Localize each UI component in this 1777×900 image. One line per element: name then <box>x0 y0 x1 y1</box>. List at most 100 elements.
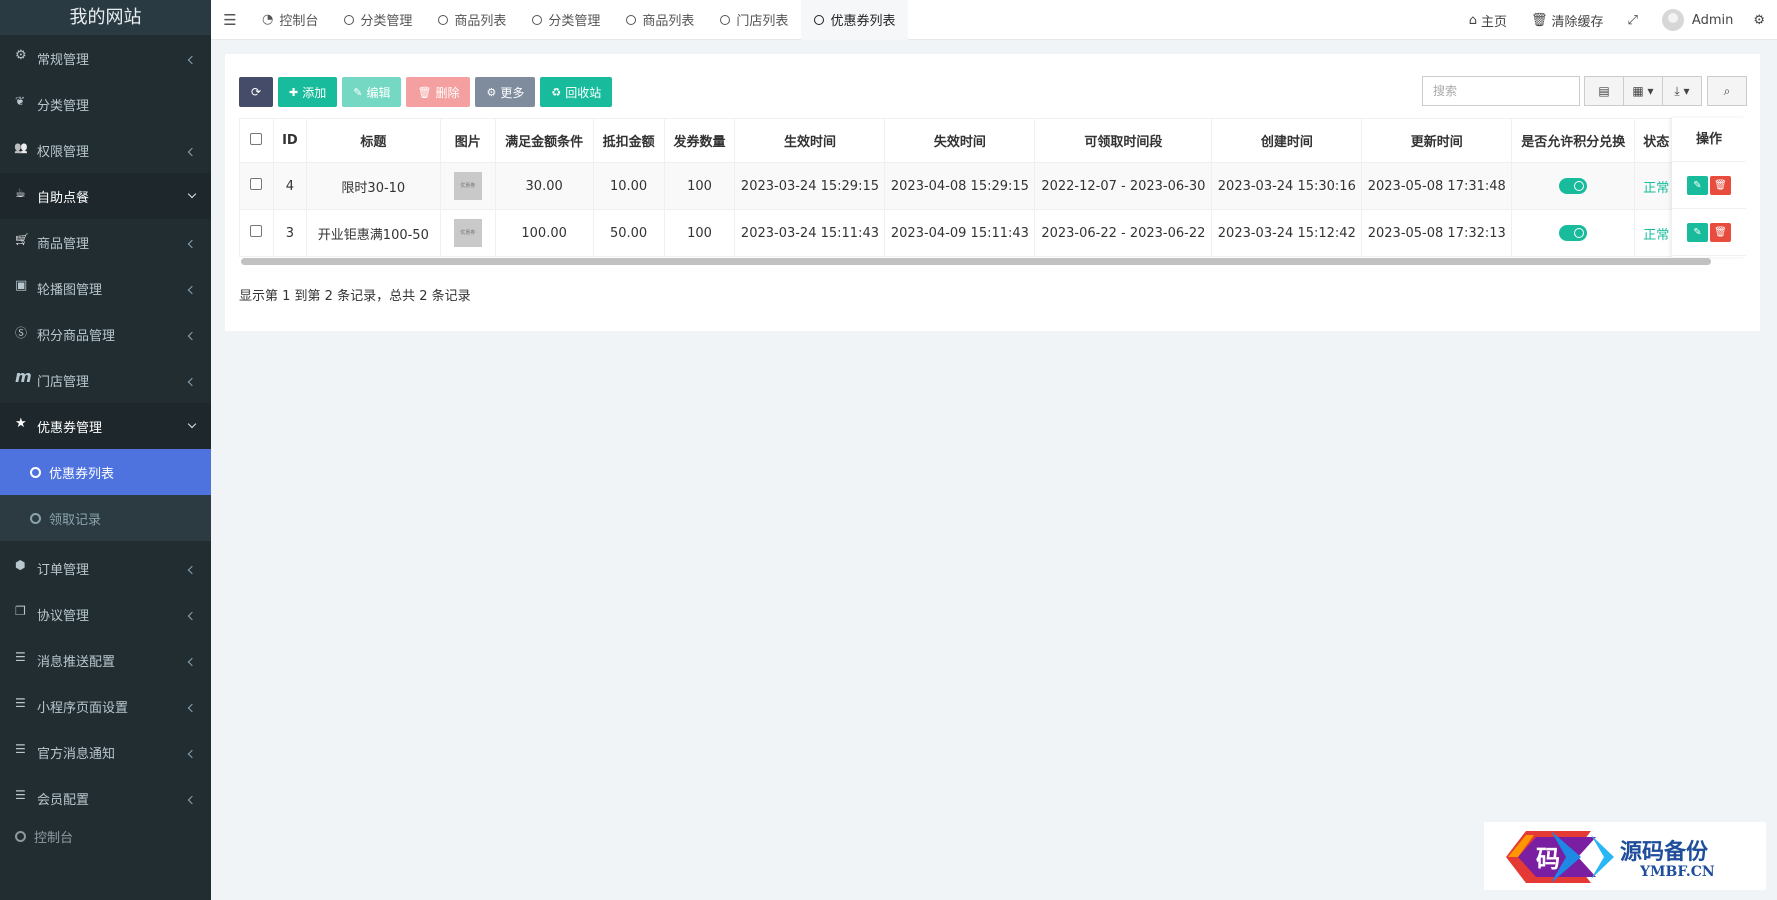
sidebar-item-auth[interactable]: 权限管理 <box>0 127 211 173</box>
sidebar-item-push-config[interactable]: 消息推送配置 <box>0 637 211 683</box>
advanced-search-button[interactable]: ⌕ <box>1707 76 1747 106</box>
table-row[interactable]: 3 开业钜惠满100-50 优惠券 100.00 50.00 100 2023-… <box>239 209 1746 257</box>
site-logo[interactable]: 我的网站 <box>0 0 211 35</box>
more-button[interactable]: ⚙ 更多 <box>475 77 536 107</box>
row-edit-button[interactable]: ✎ <box>1687 175 1708 195</box>
refresh-button[interactable]: ⟳ <box>239 77 273 107</box>
user-menu[interactable]: Admin <box>1650 9 1753 31</box>
recycle-bin-button[interactable]: ♻ 回收站 <box>540 77 613 107</box>
image-icon <box>15 278 29 295</box>
watermark-glyph: 码 <box>1536 844 1560 873</box>
edit-button[interactable]: ✎ 编辑 <box>342 77 402 107</box>
col-points-exchange[interactable]: 是否允许积分兑换 <box>1511 118 1636 163</box>
tab-category-1[interactable]: 分类管理 <box>331 0 425 40</box>
sidebar-item-console[interactable]: 控制台 <box>0 821 211 851</box>
watermark-subtitle: YMBF.CN <box>1640 864 1715 880</box>
row-edit-button[interactable]: ✎ <box>1687 222 1708 242</box>
tab-product-list-2[interactable]: 商品列表 <box>613 0 707 40</box>
cell-points-exchange <box>1511 162 1636 210</box>
points-exchange-toggle[interactable] <box>1559 225 1588 241</box>
circle-icon <box>30 466 41 478</box>
tab-category-2[interactable]: 分类管理 <box>519 0 613 40</box>
sidebar-item-banner[interactable]: 轮播图管理 <box>0 265 211 311</box>
delete-button[interactable]: 🗑 删除 <box>406 77 471 107</box>
col-period[interactable]: 可领取时间段 <box>1034 118 1213 163</box>
sidebar-item-agreements[interactable]: 协议管理 <box>0 591 211 637</box>
sidebar-item-stores[interactable]: 门店管理 <box>0 357 211 403</box>
sidebar-item-points-products[interactable]: 积分商品管理 <box>0 311 211 357</box>
col-discount[interactable]: 抵扣金额 <box>592 118 665 163</box>
cell-id: 3 <box>272 209 307 257</box>
export-button[interactable]: ⤓ ▾ <box>1662 76 1702 106</box>
coupon-thumbnail[interactable]: 优惠券 <box>453 172 482 200</box>
trash-icon: 🗑 <box>1714 179 1727 191</box>
avatar <box>1661 9 1684 31</box>
tab-coupon-list[interactable]: 优惠券列表 <box>801 0 909 40</box>
col-created[interactable]: 创建时间 <box>1211 118 1363 163</box>
row-checkbox[interactable] <box>250 178 263 190</box>
row-select-cell <box>239 209 274 257</box>
search-input[interactable] <box>1422 76 1580 106</box>
chevron-left-icon <box>187 377 197 387</box>
status-text[interactable]: 正常 <box>1643 181 1669 196</box>
cell-id: 4 <box>272 162 307 210</box>
sidebar-item-official-notice[interactable]: 官方消息通知 <box>0 729 211 775</box>
home-link[interactable]: ⌂ 主页 <box>1457 11 1519 30</box>
col-updated[interactable]: 更新时间 <box>1361 118 1513 163</box>
col-title[interactable]: 标题 <box>305 118 441 163</box>
watermark-title: 源码备份 <box>1620 839 1709 865</box>
coupon-thumbnail[interactable]: 优惠券 <box>453 219 482 247</box>
tab-store-list[interactable]: 门店列表 <box>707 0 801 40</box>
sidebar-item-ordering[interactable]: 自助点餐 <box>0 173 211 219</box>
refresh-icon: ⟳ <box>250 85 262 99</box>
clear-cache-button[interactable]: 🗑 清除缓存 <box>1519 11 1616 30</box>
watermark-logo: 码 <box>1506 831 1614 883</box>
sidebar-item-general[interactable]: 常规管理 <box>0 35 211 81</box>
sidebar-item-products[interactable]: 商品管理 <box>0 219 211 265</box>
plus-icon: ✚ <box>289 85 299 99</box>
fullscreen-icon[interactable]: ⤢ <box>1616 13 1650 28</box>
col-id[interactable]: ID <box>272 118 307 163</box>
sidebar-item-orders[interactable]: 订单管理 <box>0 545 211 591</box>
sidebar-item-category[interactable]: 分类管理 <box>0 81 211 127</box>
row-delete-button[interactable]: 🗑 <box>1710 222 1731 242</box>
card-view-toggle[interactable]: ▤ <box>1584 76 1624 106</box>
settings-gears-icon[interactable]: ⚙ <box>1753 13 1777 28</box>
horizontal-scrollbar[interactable] <box>241 258 1711 265</box>
dashboard-icon: ◔ <box>262 12 274 27</box>
cube-icon <box>15 558 29 575</box>
col-count[interactable]: 发券数量 <box>663 118 736 163</box>
chevron-left-icon <box>187 331 197 341</box>
grid-icon: ▦ ▾ <box>1632 84 1654 98</box>
m-icon <box>15 367 32 387</box>
sidebar-menu: 常规管理 分类管理 权限管理 自助点餐 商品管理 轮播图管理 积分商品管理 门店… <box>0 35 211 851</box>
row-delete-button[interactable]: 🗑 <box>1710 175 1731 195</box>
add-button[interactable]: ✚ 添加 <box>278 77 338 107</box>
status-text[interactable]: 正常 <box>1643 228 1669 243</box>
sidebar-item-coupon-list[interactable]: 优惠券列表 <box>0 449 211 495</box>
menu-toggle-icon[interactable]: ☰ <box>211 11 249 29</box>
tab-console[interactable]: ◔ 控制台 <box>249 0 331 40</box>
col-start[interactable]: 生效时间 <box>734 118 886 163</box>
recycle-icon: ♻ <box>551 85 562 99</box>
operations-column: 操作 ✎ 🗑 ✎ 🗑 <box>1672 118 1746 257</box>
col-threshold[interactable]: 满足金额条件 <box>494 118 594 163</box>
sidebar-item-claim-records[interactable]: 领取记录 <box>0 495 211 541</box>
tab-product-list-1[interactable]: 商品列表 <box>425 0 519 40</box>
cell-threshold: 30.00 <box>494 162 594 210</box>
cell-title: 限时30-10 <box>305 162 441 210</box>
table-row[interactable]: 4 限时30-10 优惠券 30.00 10.00 100 2023-03-24… <box>239 162 1746 210</box>
sidebar-item-coupons[interactable]: 优惠券管理 <box>0 403 211 449</box>
points-exchange-toggle[interactable] <box>1559 178 1588 194</box>
col-image[interactable]: 图片 <box>439 118 496 163</box>
columns-toggle[interactable]: ▦ ▾ <box>1623 76 1663 106</box>
col-end[interactable]: 失效时间 <box>884 118 1036 163</box>
sidebar-item-member-config[interactable]: 会员配置 <box>0 775 211 821</box>
cell-end: 2023-04-08 15:29:15 <box>884 162 1036 210</box>
row-checkbox[interactable] <box>250 225 263 237</box>
cell-image: 优惠券 <box>439 162 496 210</box>
star-icon <box>15 416 29 433</box>
cog-icon: ⚙ <box>486 85 497 99</box>
select-all-checkbox[interactable] <box>250 132 263 145</box>
sidebar-item-miniapp-pages[interactable]: 小程序页面设置 <box>0 683 211 729</box>
